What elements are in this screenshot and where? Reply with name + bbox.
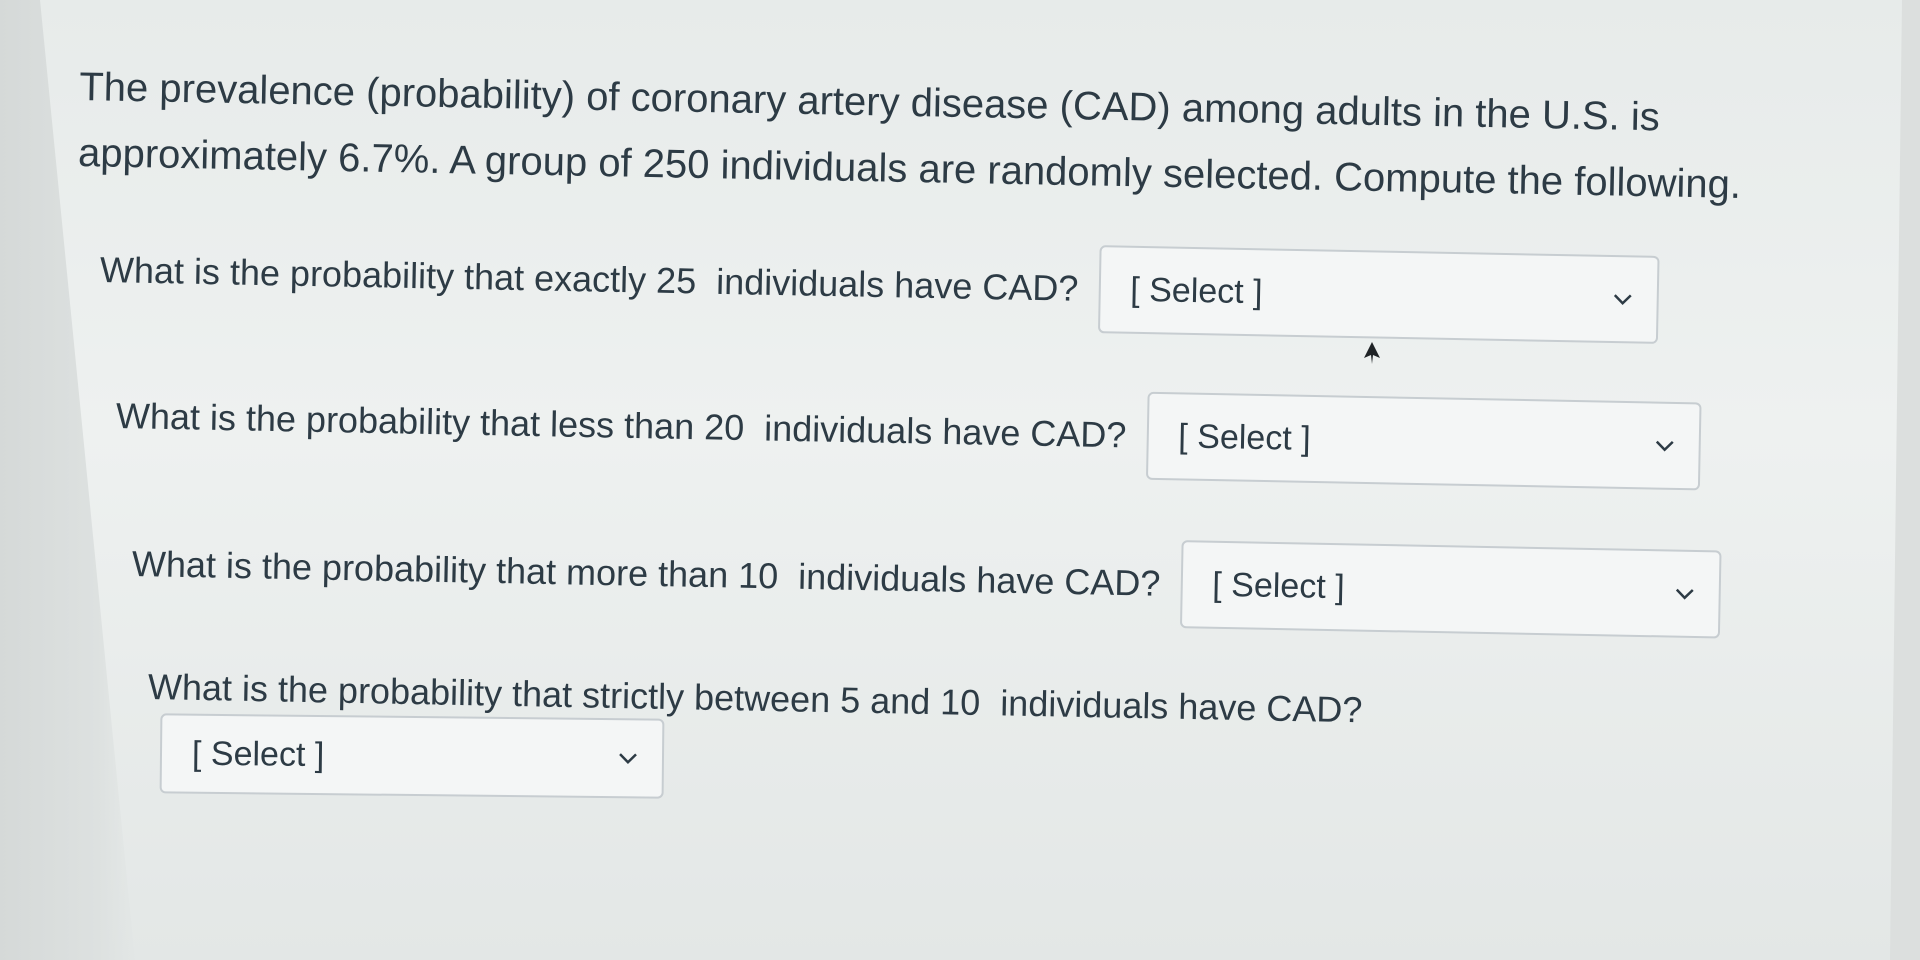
question-prompt: The prevalence (probability) of coronary… xyxy=(77,64,1742,207)
question-2-text: What is the probability that less than 2… xyxy=(115,395,1127,456)
chevron-down-icon xyxy=(1613,294,1632,305)
answer-select-3[interactable]: [ Select ] xyxy=(1179,540,1722,639)
question-row-2: What is the probability that less than 2… xyxy=(115,372,1702,491)
mouse-cursor-icon xyxy=(1364,342,1380,364)
question-1-text: What is the probability that exactly 25 … xyxy=(99,249,1079,309)
answer-select-4[interactable]: [ Select ] xyxy=(159,713,665,799)
chevron-down-icon xyxy=(1655,440,1674,452)
answer-select-2-value: [ Select ] xyxy=(1178,416,1311,458)
answer-select-3-value: [ Select ] xyxy=(1212,565,1345,606)
question-3-text: What is the probability that more than 1… xyxy=(131,543,1161,604)
chevron-down-icon xyxy=(1675,588,1694,600)
answer-select-2[interactable]: [ Select ] xyxy=(1145,391,1702,491)
question-row-1: What is the probability that exactly 25 … xyxy=(99,226,1660,344)
answer-select-4-value: [ Select ] xyxy=(191,734,325,774)
answer-select-1-value: [ Select ] xyxy=(1129,270,1263,311)
question-row-3: What is the probability that more than 1… xyxy=(131,520,1722,639)
quiz-question: The prevalence (probability) of coronary… xyxy=(60,30,1840,960)
chevron-down-icon xyxy=(619,753,637,765)
answer-select-1[interactable]: [ Select ] xyxy=(1097,245,1660,344)
